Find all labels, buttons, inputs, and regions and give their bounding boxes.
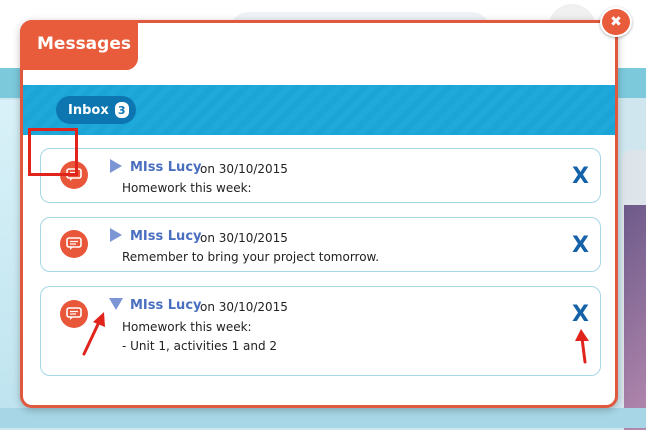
message-item-expanded[interactable]: MIss Lucy on 30/10/2015 Homework this we… [40, 286, 601, 376]
message-body-line: Remember to bring your project tomorrow. [122, 250, 380, 264]
background-footer [0, 408, 646, 428]
message-sender[interactable]: MIss Lucy [130, 229, 202, 244]
expand-arrow-icon[interactable] [109, 228, 123, 242]
message-sender[interactable]: MIss Lucy [130, 298, 202, 313]
messages-modal: Messages Inbox 3 MIss Lucy on 30/10/2015… [20, 20, 618, 408]
message-body-line: Homework this week: [122, 181, 252, 195]
annotation-highlight-box [28, 128, 78, 176]
message-body-line: - Unit 1, activities 1 and 2 [122, 339, 278, 353]
message-item[interactable]: MIss Lucy on 30/10/2015 Homework this we… [40, 148, 601, 203]
close-icon: ✖ [610, 14, 622, 30]
close-modal-button[interactable]: ✖ [600, 7, 632, 37]
message-date: on 30/10/2015 [200, 300, 288, 314]
background-right-image [624, 205, 646, 430]
delete-message-button[interactable]: X [572, 233, 589, 258]
message-body-line: Homework this week: [122, 320, 252, 334]
message-date: on 30/10/2015 [200, 162, 288, 176]
message-sender[interactable]: MIss Lucy [130, 160, 202, 175]
message-date: on 30/10/2015 [200, 231, 288, 245]
expand-arrow-icon[interactable] [109, 159, 123, 173]
delete-message-button[interactable]: X [572, 164, 589, 189]
annotation-arrow-icon [575, 329, 589, 364]
tab-inbox-label: Inbox [68, 102, 109, 118]
tab-bar: Inbox 3 [23, 85, 615, 135]
message-item[interactable]: MIss Lucy on 30/10/2015 Remember to brin… [40, 217, 601, 272]
tab-inbox[interactable]: Inbox 3 [56, 96, 136, 124]
delete-message-button[interactable]: X [572, 302, 589, 327]
annotation-arrow-icon [82, 312, 105, 356]
modal-title: Messages [20, 20, 138, 70]
message-icon [60, 230, 88, 258]
collapse-arrow-icon[interactable] [109, 298, 123, 310]
inbox-count-badge: 3 [114, 102, 129, 118]
